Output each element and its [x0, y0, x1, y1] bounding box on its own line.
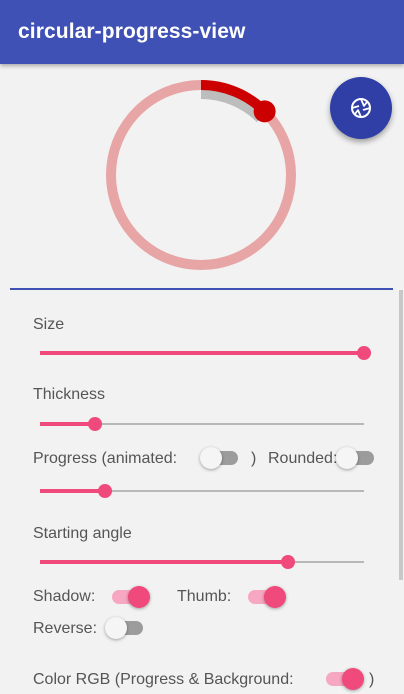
- progress-thumb: [253, 100, 276, 123]
- color-close-paren: ): [369, 671, 375, 688]
- thumb-switch[interactable]: [248, 586, 286, 608]
- size-slider[interactable]: [40, 343, 371, 363]
- size-label: Size: [33, 316, 65, 333]
- color-switch[interactable]: [326, 668, 364, 690]
- scrollbar[interactable]: [399, 290, 403, 580]
- thickness-slider[interactable]: [40, 414, 364, 434]
- shadow-label: Shadow:: [33, 588, 96, 605]
- switch-thumb: [128, 586, 150, 608]
- rounded-switch[interactable]: [336, 447, 374, 469]
- slider-thumb[interactable]: [280, 555, 295, 569]
- starting-angle-label: Starting angle: [33, 525, 132, 542]
- progress-slider[interactable]: [40, 481, 364, 501]
- switch-thumb: [264, 586, 286, 608]
- thumb-label: Thumb:: [177, 588, 232, 605]
- switch-thumb: [342, 668, 364, 690]
- camera-shutter-icon: [351, 98, 371, 118]
- progress-close-paren: ): [251, 450, 257, 467]
- slider-fill: [40, 560, 288, 564]
- shadow-switch[interactable]: [112, 586, 150, 608]
- app-title: circular-progress-view: [18, 20, 246, 43]
- slider-fill: [40, 351, 364, 355]
- switch-thumb: [336, 447, 358, 469]
- slider-fill: [40, 489, 105, 493]
- rounded-label: Rounded:: [268, 450, 338, 467]
- color-rgb-label: Color RGB (Progress & Background:: [33, 671, 294, 688]
- slider-thumb[interactable]: [88, 417, 103, 431]
- slider-fill: [40, 422, 96, 426]
- starting-angle-slider[interactable]: [40, 552, 364, 572]
- thickness-label: Thickness: [33, 386, 106, 403]
- switch-thumb: [200, 447, 222, 469]
- app-bar: circular-progress-view: [0, 0, 404, 64]
- reverse-switch[interactable]: [105, 617, 143, 639]
- camera-fab-button[interactable]: [330, 77, 392, 139]
- controls-panel: Size Thickness Progress (animated: ) Rou…: [0, 290, 404, 694]
- switch-thumb: [105, 617, 127, 639]
- animated-switch[interactable]: [200, 447, 238, 469]
- slider-thumb[interactable]: [97, 484, 112, 498]
- slider-thumb[interactable]: [357, 346, 371, 360]
- reverse-label: Reverse:: [33, 620, 98, 637]
- progress-label: Progress (animated:: [33, 450, 178, 467]
